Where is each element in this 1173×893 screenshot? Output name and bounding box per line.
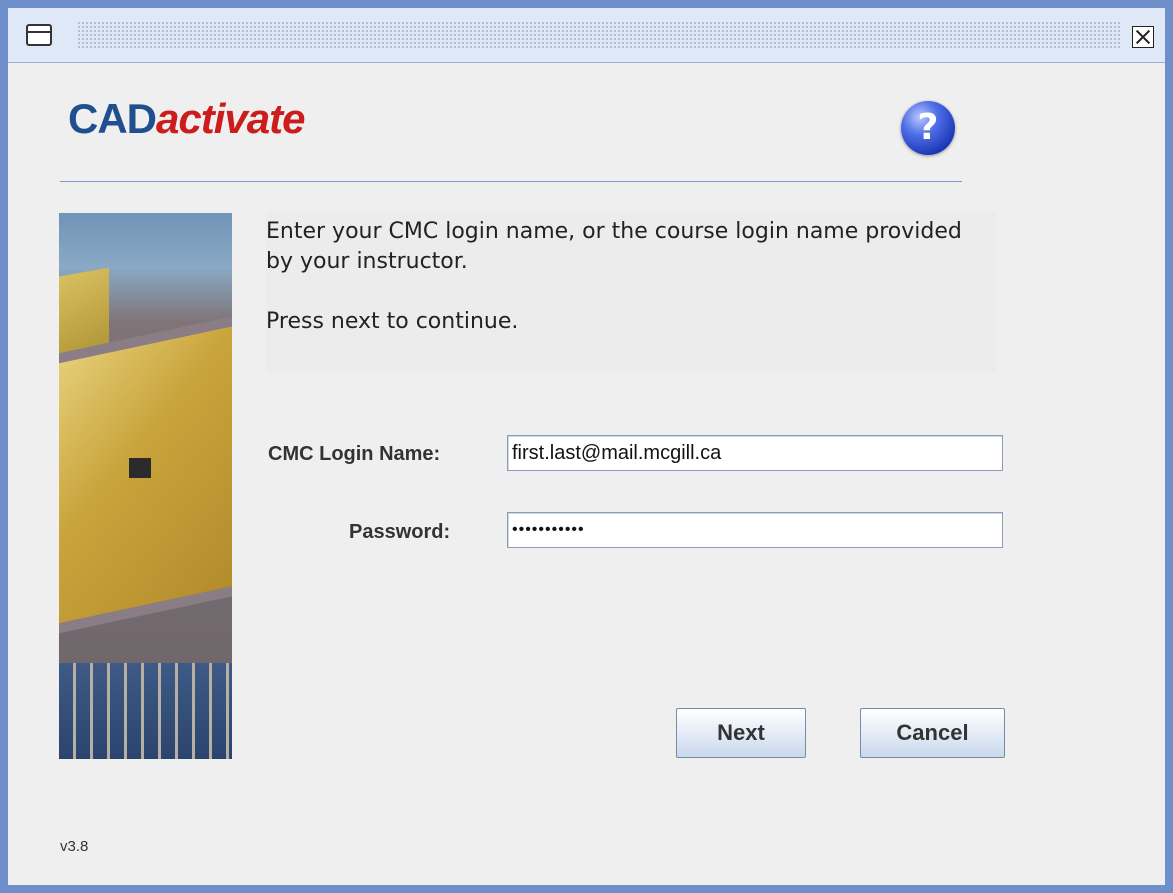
close-icon[interactable] — [1132, 26, 1154, 48]
instructions-text: Enter your CMC login name, or the course… — [266, 219, 962, 274]
chip-photo-pins — [59, 663, 232, 759]
cancel-button[interactable]: Cancel — [860, 708, 1005, 758]
window-icon[interactable] — [26, 24, 52, 46]
help-icon[interactable]: ? — [901, 101, 955, 155]
title-bar-grip — [78, 22, 1120, 48]
header-divider — [60, 181, 962, 182]
next-button[interactable]: Next — [676, 708, 806, 758]
login-name-label: CMC Login Name: — [268, 443, 441, 465]
chip-photo — [59, 213, 232, 759]
title-bar[interactable] — [8, 8, 1165, 63]
logo-activate-text: activate — [156, 95, 305, 142]
dialog-content: CADactivate ? Enter your CMC login name,… — [8, 63, 1165, 885]
login-name-input[interactable]: first.last@mail.mcgill.ca — [507, 435, 1003, 471]
cadactivate-logo: CADactivate — [68, 95, 305, 155]
chip-photo-die — [129, 458, 151, 478]
password-input[interactable]: ••••••••••• — [507, 512, 1003, 548]
activation-window: CADactivate ? Enter your CMC login name,… — [0, 0, 1173, 893]
instructions-panel: Enter your CMC login name, or the course… — [266, 211, 996, 373]
logo-cad-text: CAD — [68, 95, 157, 142]
password-label: Password: — [349, 521, 451, 543]
continue-hint: Press next to continue. — [266, 309, 519, 334]
version-label: v3.8 — [60, 838, 89, 855]
